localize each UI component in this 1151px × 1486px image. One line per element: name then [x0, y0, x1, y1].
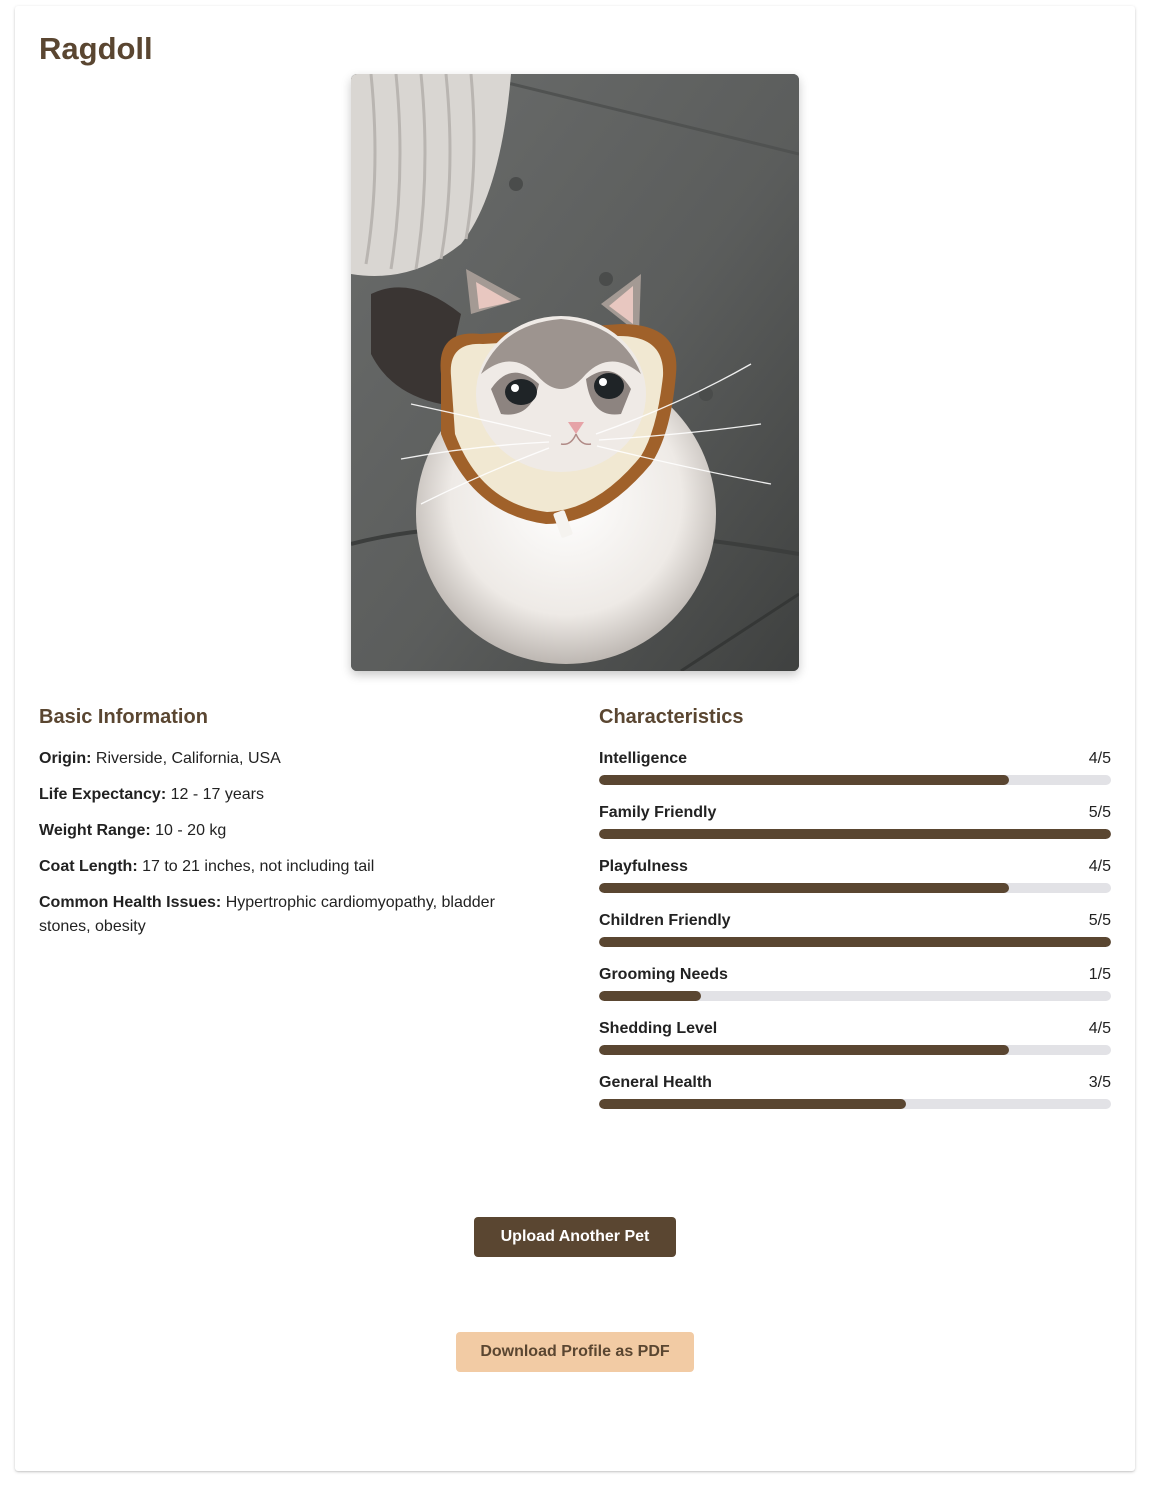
download-pdf-button[interactable]: Download Profile as PDF — [456, 1332, 694, 1372]
info-weight-range: Weight Range: 10 - 20 kg — [39, 819, 539, 843]
trait-bar-track — [599, 1045, 1111, 1055]
trait-bar-fill — [599, 1045, 1009, 1055]
basic-information-heading: Basic Information — [39, 706, 208, 728]
basic-information-list: Origin: Riverside, California, USA Life … — [39, 747, 539, 951]
trait-intelligence: Intelligence 4/5 — [599, 747, 1111, 801]
trait-general-health: General Health 3/5 — [599, 1071, 1111, 1125]
trait-score: 5/5 — [1088, 912, 1111, 929]
trait-bar-track — [599, 937, 1111, 947]
trait-children-friendly: Children Friendly 5/5 — [599, 909, 1111, 963]
profile-card: Ragdoll Basic Information Origin: Rivers… — [15, 6, 1135, 1471]
trait-score: 4/5 — [1088, 858, 1111, 875]
trait-bar-track — [599, 1099, 1111, 1109]
trait-bar-fill — [599, 937, 1111, 947]
trait-score: 3/5 — [1088, 1074, 1111, 1091]
trait-score: 4/5 — [1088, 1020, 1111, 1037]
trait-name: Playfulness — [599, 858, 688, 875]
info-label: Life Expectancy: — [39, 786, 167, 803]
info-origin: Origin: Riverside, California, USA — [39, 747, 539, 771]
trait-bar-fill — [599, 775, 1009, 785]
trait-name: General Health — [599, 1074, 712, 1091]
trait-bar-track — [599, 775, 1111, 785]
trait-shedding-level: Shedding Level 4/5 — [599, 1017, 1111, 1071]
trait-name: Grooming Needs — [599, 966, 728, 983]
trait-score: 1/5 — [1088, 966, 1111, 983]
characteristics-list: Intelligence 4/5 Family Friendly 5/5 Pla… — [599, 747, 1111, 1125]
info-value: 17 to 21 inches, not including tail — [142, 858, 375, 875]
upload-another-pet-button[interactable]: Upload Another Pet — [474, 1217, 676, 1257]
trait-score: 5/5 — [1088, 804, 1111, 821]
info-value: Riverside, California, USA — [95, 750, 281, 767]
trait-bar-track — [599, 991, 1111, 1001]
info-coat-length: Coat Length: 17 to 21 inches, not includ… — [39, 855, 539, 879]
trait-name: Family Friendly — [599, 804, 717, 821]
info-label: Common Health Issues: — [39, 894, 222, 911]
trait-grooming-needs: Grooming Needs 1/5 — [599, 963, 1111, 1017]
trait-bar-track — [599, 829, 1111, 839]
info-value: 12 - 17 years — [170, 786, 264, 803]
trait-name: Intelligence — [599, 750, 688, 767]
characteristics-heading: Characteristics — [599, 706, 744, 728]
trait-name: Shedding Level — [599, 1020, 718, 1037]
info-health-issues: Common Health Issues: Hypertrophic cardi… — [39, 891, 539, 939]
trait-family-friendly: Family Friendly 5/5 — [599, 801, 1111, 855]
info-life-expectancy: Life Expectancy: 12 - 17 years — [39, 783, 539, 807]
info-label: Origin: — [39, 750, 92, 767]
trait-name: Children Friendly — [599, 912, 731, 929]
pet-photo — [351, 74, 799, 671]
info-label: Weight Range: — [39, 822, 151, 839]
trait-bar-fill — [599, 883, 1009, 893]
info-value: 10 - 20 kg — [155, 822, 227, 839]
trait-bar-fill — [599, 829, 1111, 839]
trait-score: 4/5 — [1088, 750, 1111, 767]
info-label: Coat Length: — [39, 858, 138, 875]
trait-bar-track — [599, 883, 1111, 893]
trait-playfulness: Playfulness 4/5 — [599, 855, 1111, 909]
trait-bar-fill — [599, 991, 702, 1001]
trait-bar-fill — [599, 1099, 907, 1109]
pet-photo-illustration — [351, 74, 799, 671]
breed-title: Ragdoll — [39, 31, 153, 66]
